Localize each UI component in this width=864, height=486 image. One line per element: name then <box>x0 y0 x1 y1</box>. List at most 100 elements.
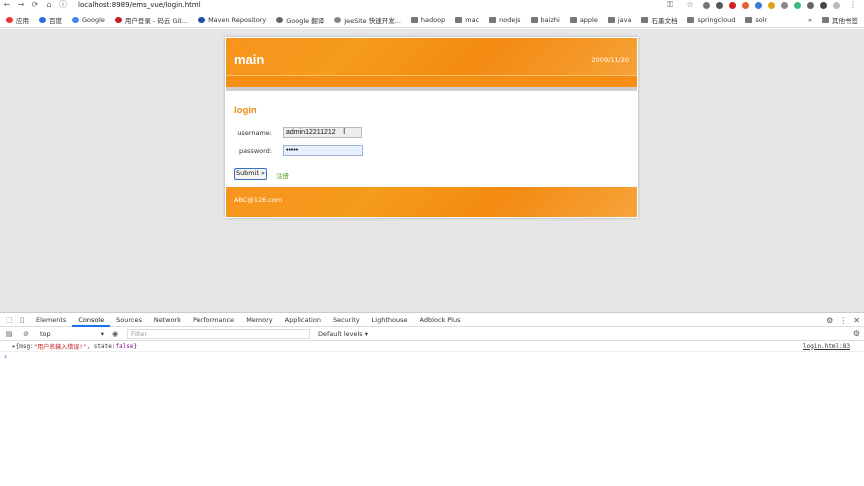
tab-adblock-plus[interactable]: Adblock Plus <box>413 313 466 327</box>
folder-icon <box>489 16 497 23</box>
filter-input[interactable]: Filter <box>127 328 310 339</box>
bookmark-item[interactable]: JeeSite 快速开发... <box>334 15 401 25</box>
bookmark-item[interactable]: hadoop <box>410 15 446 24</box>
bookmark-label: 百度 <box>49 16 62 25</box>
reload-icon[interactable]: ⟳ <box>28 0 42 10</box>
username-input[interactable]: admin12211212 <box>283 127 362 138</box>
bookmark-item[interactable]: java <box>607 16 631 24</box>
register-link[interactable]: 注册 <box>276 170 289 180</box>
log-levels-dropdown[interactable]: Default levels ▾ <box>318 330 368 338</box>
bookmark-label: mac <box>465 15 480 24</box>
log-suffix: } <box>133 342 138 350</box>
folder-icon <box>745 16 753 23</box>
tab-security[interactable]: Security <box>327 313 366 327</box>
console-prompt[interactable]: › <box>0 352 864 362</box>
password-input[interactable]: ••••• <box>283 145 363 156</box>
bookmark-item[interactable]: solr <box>745 16 767 24</box>
extension-icon[interactable] <box>716 1 723 9</box>
close-icon[interactable]: ✕ <box>853 316 860 325</box>
extension-icon[interactable] <box>755 1 762 9</box>
folder-icon <box>455 16 463 23</box>
folder-icon <box>607 16 615 23</box>
tab-sources[interactable]: Sources <box>110 313 148 327</box>
text-cursor-icon: I <box>343 127 346 136</box>
tab-lighthouse[interactable]: Lighthouse <box>366 313 414 327</box>
divider <box>226 87 637 91</box>
puzzle-icon[interactable] <box>807 1 814 9</box>
log-mid: , state: <box>86 342 116 350</box>
bookmark-label: Google <box>82 15 105 24</box>
extension-icon[interactable] <box>768 1 775 9</box>
bookmark-item[interactable]: springcloud <box>687 16 735 24</box>
tab-elements[interactable]: Elements <box>30 313 72 327</box>
tab-performance[interactable]: Performance <box>187 313 240 327</box>
info-icon[interactable]: ⓘ <box>56 0 70 10</box>
footer-banner: ABC@126.com <box>226 187 637 217</box>
settings-gear-icon[interactable]: ⚙ <box>826 316 833 325</box>
more-bookmarks-button[interactable]: » <box>808 16 812 24</box>
home-icon[interactable]: ⌂ <box>42 0 56 10</box>
console-log-entry[interactable]: ▸{msg: "用户名输入错误!" , state: false } login… <box>0 341 864 352</box>
tab-memory[interactable]: Memory <box>240 313 278 327</box>
log-prefix: ▸{msg: <box>12 342 34 350</box>
bookmark-item[interactable]: 石墨文档 <box>641 15 677 25</box>
brand-title: main <box>234 52 265 67</box>
bookmark-item[interactable]: Maven Repository <box>198 16 266 24</box>
bookmark-item[interactable]: Google 翻译 <box>276 15 324 25</box>
tab-network[interactable]: Network <box>148 313 187 327</box>
more-options-icon[interactable]: ⋮ <box>839 316 847 325</box>
bookmark-item[interactable]: baizhi <box>530 16 560 24</box>
avatar[interactable] <box>833 1 840 9</box>
bookmark-item[interactable]: mac <box>455 16 479 24</box>
translate-icon <box>276 16 284 23</box>
extension-icon[interactable] <box>781 1 788 9</box>
header-banner: main 2009/11/20 <box>226 38 637 87</box>
extensions-area: ⚿ ☆ ⋮ <box>663 0 860 10</box>
folder-icon <box>641 16 649 23</box>
other-bookmarks[interactable]: 其他书签 <box>822 15 858 25</box>
extension-icon[interactable] <box>703 1 710 9</box>
bookmark-item[interactable]: nodejs <box>489 16 521 24</box>
bookmark-item[interactable]: 百度 <box>39 15 62 25</box>
bookmark-item[interactable]: 应用 <box>6 15 29 25</box>
folder-icon <box>822 17 829 23</box>
tab-console[interactable]: Console <box>72 313 111 327</box>
dropdown-arrow-icon: ▾ <box>100 329 104 338</box>
console-settings-icon[interactable]: ⚙ <box>853 329 860 338</box>
bookmark-label: JeeSite 快速开发... <box>344 16 401 25</box>
inspect-element-icon[interactable]: ⬚ <box>4 315 14 325</box>
eye-icon[interactable]: ◉ <box>110 329 120 339</box>
google-icon <box>72 16 79 23</box>
sidebar-toggle-icon[interactable]: ▤ <box>4 329 14 339</box>
extension-icon[interactable] <box>820 1 827 9</box>
device-toolbar-icon[interactable]: ▯ <box>17 315 27 325</box>
abp-icon[interactable] <box>729 1 736 9</box>
bookmark-item[interactable]: 用户登录 - 码云 Git... <box>114 15 189 25</box>
footer-email: ABC@126.com <box>234 196 283 204</box>
vue-devtools-icon[interactable] <box>794 1 801 9</box>
bookmark-label: 用户登录 - 码云 Git... <box>124 16 189 25</box>
context-select[interactable]: top ▾ <box>38 329 106 339</box>
log-source-link[interactable]: login.html:83 <box>803 343 850 350</box>
bookmark-label: 应用 <box>16 16 29 25</box>
tab-application[interactable]: Application <box>279 313 327 327</box>
star-icon[interactable]: ☆ <box>683 0 697 10</box>
devtools-tabbar: ⬚ ▯ Elements Console Sources Network Perform… <box>0 313 864 327</box>
bookmark-item[interactable]: apple <box>569 16 598 24</box>
back-icon[interactable]: ← <box>0 0 14 10</box>
forward-icon[interactable]: → <box>14 0 28 10</box>
bookmark-label: Maven Repository <box>208 15 267 24</box>
address-bar[interactable]: localhost:8989/ems_vue/login.html <box>78 0 201 10</box>
key-icon[interactable]: ⚿ <box>663 0 677 10</box>
bookmark-label: Google 翻译 <box>286 16 325 25</box>
bookmark-label: hadoop <box>420 15 446 24</box>
login-panel: main 2009/11/20 login username: admin122… <box>225 37 638 218</box>
maven-icon <box>198 16 206 23</box>
extension-icon[interactable] <box>742 1 749 9</box>
clear-console-icon[interactable]: ⊘ <box>21 329 31 339</box>
submit-button[interactable]: Submit » <box>234 168 267 180</box>
folder-icon <box>569 16 577 23</box>
devtools-panel: ⬚ ▯ Elements Console Sources Network Perform… <box>0 312 864 486</box>
bookmark-item[interactable]: Google <box>72 16 105 24</box>
menu-icon[interactable]: ⋮ <box>846 0 860 10</box>
